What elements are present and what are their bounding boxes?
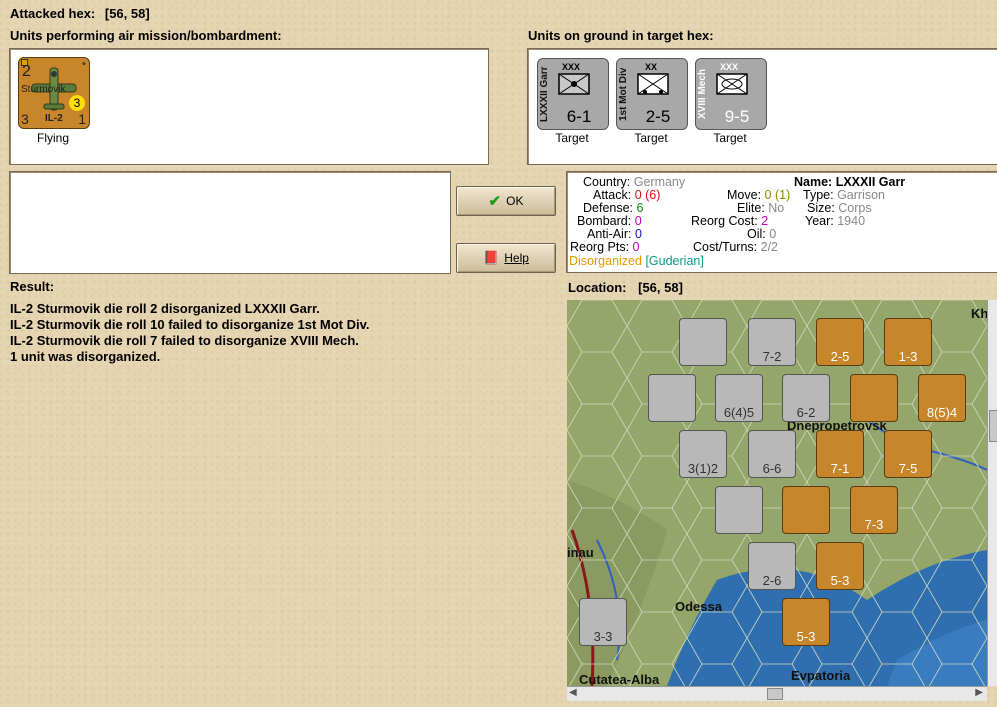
mechanized-symbol-icon [716,73,748,95]
help-button-label: Help [504,251,529,265]
map-counter[interactable]: 6(4)5 [715,374,763,422]
attack-row: Attack: 0 (6) [593,188,661,202]
map-view[interactable]: Dnepropetrovsk Odessa Cutatea-Alba Evpat… [567,300,987,686]
map-counter[interactable]: 3-3 [579,598,627,646]
book-icon: 📕 [483,250,500,265]
ground-units-heading: Units on ground in target hex: [528,28,714,43]
map-counter[interactable] [850,374,898,422]
air-unit-model: IL-2 [45,113,63,124]
move-row: Move: 0 (1) [727,188,791,202]
unit-size-marker: XXX [562,62,581,72]
ground-units-panel: LXXXII Garr XXX 6-1 Target 1st Mot Div X… [527,48,997,165]
ground-unit-name: 1st Mot Div [618,67,629,121]
map-vertical-scrollbar[interactable] [987,300,997,686]
air-units-panel: 2 * Sturmovik 3 3 IL-2 1 Flying [9,48,489,165]
result-line: 1 unit was disorganized. [10,349,161,364]
scroll-thumb[interactable] [989,410,997,442]
type-row: Type: Garrison [803,188,885,202]
map-counter[interactable]: 7-1 [816,430,864,478]
city-label: Evpatoria [791,668,851,683]
map-counter[interactable]: 7-3 [850,486,898,534]
antiair-row: Anti-Air: 0 [587,227,642,241]
unit-size-marker: XX [645,62,658,72]
location-label: Location: [568,280,627,295]
air-unit-bottom-right: 1 [78,111,86,127]
map-counter[interactable]: 6-6 [748,430,796,478]
location-value: [56, 58] [638,280,683,295]
name-row: Name: LXXXII Garr [794,175,906,189]
air-unit-caption: Flying [36,131,69,145]
map-counter[interactable]: 5-3 [816,542,864,590]
ground-unit-name: LXXXII Garr [539,66,550,122]
map-counter[interactable] [715,486,763,534]
map-counter[interactable] [648,374,696,422]
air-unit-badge: 3 [69,95,85,111]
ok-button[interactable]: ✔ OK [456,186,556,216]
map-counter[interactable] [679,318,727,366]
attacked-hex-value: [56, 58] [104,6,150,21]
oil-row: Oil: 0 [747,227,777,241]
location-header: Location: [56, 58] [568,280,683,295]
help-button[interactable]: 📕 Help [456,243,556,273]
status-row: Disorganized [Guderian] [569,254,704,268]
ground-unit-value: 2-5 [645,107,671,126]
city-label: Cutatea-Alba [579,672,660,686]
map-counter[interactable]: 1-3 [884,318,932,366]
country-row: Country: Germany [583,175,686,189]
scroll-thumb[interactable] [767,688,783,700]
elite-row: Elite: No [737,201,785,215]
ground-unit-caption: Target [713,131,747,145]
ground-unit-counter[interactable]: XVIII Mech XXX 9-5 [695,58,767,130]
message-area [9,171,451,274]
map-counter[interactable]: 3(1)2 [679,430,727,478]
ok-button-label: OK [506,194,524,208]
ground-unit-caption: Target [555,131,589,145]
map-counter[interactable]: 7-2 [748,318,796,366]
unit-info-panel: Country: Germany Attack: 0 (6) Defense: … [566,171,997,273]
garrison-symbol-icon [558,73,590,95]
ground-unit-value: 6-1 [566,107,592,126]
city-label: Odessa [675,599,722,614]
motorized-infantry-icon [637,73,669,95]
ground-unit-name: XVIII Mech [697,69,708,120]
checkmark-icon: ✔ [488,193,502,210]
scroll-right-icon[interactable]: ▶ [975,687,983,698]
map-counter[interactable]: 7-5 [884,430,932,478]
result-line: IL-2 Sturmovik die roll 7 failed to diso… [10,333,359,348]
air-unit-counter[interactable]: 2 * Sturmovik 3 3 IL-2 1 [18,57,90,129]
result-line: IL-2 Sturmovik die roll 2 disorganized L… [10,301,320,316]
map-counter[interactable]: 2-5 [816,318,864,366]
map-horizontal-scrollbar[interactable]: ◀ ▶ [567,686,987,701]
defense-row: Defense: 6 [583,201,644,215]
costturns-row: Cost/Turns: 2/2 [693,240,779,254]
result-heading: Result: [10,279,55,294]
ground-unit-counter[interactable]: LXXXII Garr XXX 6-1 [537,58,609,130]
result-line: IL-2 Sturmovik die roll 10 failed to dis… [10,317,370,332]
map-counter[interactable]: 2-6 [748,542,796,590]
air-units-heading: Units performing air mission/bombardment… [10,28,282,43]
year-row: Year: 1940 [805,214,866,228]
map-counter[interactable]: 5-3 [782,598,830,646]
reorgpts-row: Reorg Pts: 0 [570,240,640,254]
reorgcost-row: Reorg Cost: 2 [691,214,769,228]
attacked-hex-label: Attacked hex: [10,6,96,21]
map-counter[interactable] [782,486,830,534]
city-label: inau [567,545,594,560]
unit-size-marker: XXX [720,62,739,72]
star-icon: * [81,60,86,72]
air-unit-name: Sturmovik [21,84,66,95]
ground-unit-counter[interactable]: 1st Mot Div XX 2-5 [616,58,688,130]
air-unit-bottom-left: 3 [21,111,29,127]
map-counter[interactable]: 8(5)4 [918,374,966,422]
size-row: Size: Corps [807,201,872,215]
bombard-row: Bombard: 0 [577,214,642,228]
scroll-left-icon[interactable]: ◀ [569,687,577,698]
city-label: Kh [971,306,987,321]
map-counter[interactable]: 6-2 [782,374,830,422]
ground-unit-caption: Target [634,131,668,145]
ground-unit-value: 9-5 [724,107,750,126]
attacked-hex-header: Attacked hex: [56, 58] [10,6,150,21]
